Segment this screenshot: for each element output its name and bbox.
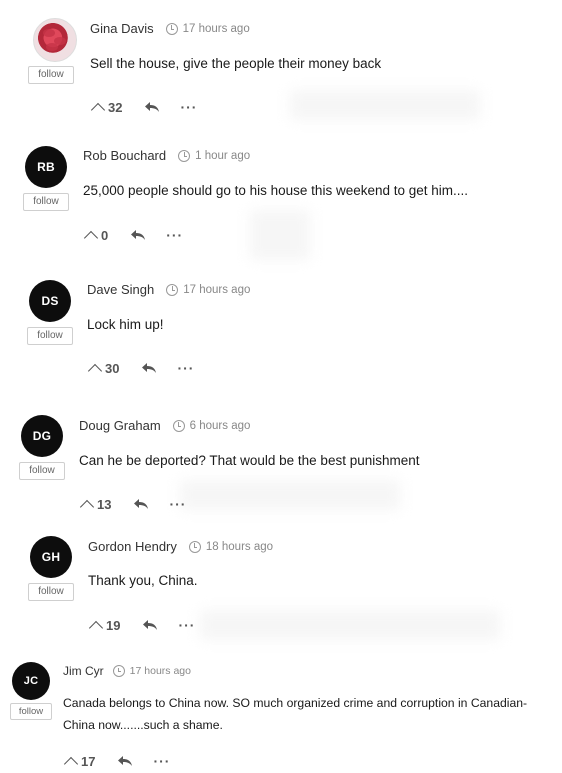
clock-icon [166, 283, 179, 296]
clock-icon [178, 149, 191, 162]
vote-count: 19 [106, 617, 121, 633]
follow-button[interactable]: follow [28, 583, 74, 601]
more-icon[interactable]: ··· [180, 99, 197, 115]
timestamp: 1 hour ago [195, 149, 251, 162]
comment-meta: Dave Singh 17 hours ago [87, 282, 250, 297]
timestamp: 17 hours ago [182, 22, 250, 35]
author-name[interactable]: Doug Graham [79, 418, 161, 433]
upvote-icon[interactable] [79, 499, 95, 514]
author-name[interactable]: Rob Bouchard [83, 148, 166, 163]
vote-count: 13 [97, 496, 112, 512]
comment-text: Canada belongs to China now. SO much org… [63, 696, 528, 732]
follow-button[interactable]: follow [23, 193, 69, 211]
more-icon[interactable]: ··· [177, 360, 194, 376]
more-icon[interactable]: ··· [178, 617, 195, 633]
comment-actions: 0 ··· [83, 227, 183, 245]
timestamp: 17 hours ago [129, 665, 191, 677]
follow-button[interactable]: follow [19, 462, 65, 480]
clock-icon [165, 22, 178, 35]
upvote-icon[interactable] [90, 102, 106, 117]
upvote-icon[interactable] [88, 620, 104, 635]
avatar[interactable] [33, 18, 77, 62]
background-blur [200, 610, 500, 640]
author-name[interactable]: Dave Singh [87, 282, 154, 297]
avatar[interactable]: DS [29, 280, 71, 322]
reply-icon[interactable] [130, 229, 146, 241]
comment-actions: 32 ··· [90, 99, 197, 117]
vote-count: 17 [81, 753, 96, 769]
comment-meta: Jim Cyr 17 hours ago [63, 664, 191, 678]
reply-icon[interactable] [133, 498, 149, 510]
more-icon[interactable]: ··· [169, 496, 186, 512]
reply-icon[interactable] [142, 619, 158, 631]
timestamp: 18 hours ago [205, 540, 274, 553]
timestamp: 6 hours ago [189, 419, 251, 432]
background-blur [290, 90, 480, 120]
comment-meta: Doug Graham 6 hours ago [79, 418, 250, 433]
follow-button[interactable]: follow [28, 66, 74, 84]
background-blur [250, 210, 310, 260]
avatar[interactable]: JC [12, 662, 50, 700]
avatar[interactable]: RB [25, 146, 67, 188]
more-icon[interactable]: ··· [153, 753, 170, 769]
comment-actions: 19 ··· [88, 617, 195, 635]
author-name[interactable]: Gordon Hendry [88, 539, 177, 554]
comment-text: Sell the house, give the people their mo… [90, 56, 382, 71]
comment-actions: 17 ··· [63, 753, 170, 771]
avatar[interactable]: DG [21, 415, 63, 457]
clock-icon [188, 540, 201, 553]
vote-count: 0 [101, 227, 109, 243]
comment-actions: 30 ··· [87, 360, 194, 378]
clock-icon [172, 419, 185, 432]
reply-icon[interactable] [117, 755, 133, 767]
author-name[interactable]: Gina Davis [90, 21, 154, 36]
author-name[interactable]: Jim Cyr [63, 664, 104, 678]
vote-count: 30 [105, 360, 120, 376]
comment-text: Can he be deported? That would be the be… [79, 453, 420, 468]
timestamp: 17 hours ago [183, 283, 251, 296]
avatar[interactable]: GH [30, 536, 72, 578]
background-blur [180, 480, 400, 510]
reply-icon[interactable] [141, 362, 157, 374]
comment-text: Lock him up! [87, 317, 164, 332]
comment-text: Thank you, China. [88, 573, 198, 588]
reply-icon[interactable] [144, 101, 160, 113]
clock-icon [112, 665, 125, 677]
more-icon[interactable]: ··· [166, 227, 183, 243]
upvote-icon[interactable] [83, 230, 99, 245]
comment-meta: Gordon Hendry 18 hours ago [88, 539, 273, 554]
upvote-icon[interactable] [87, 363, 103, 378]
comment-meta: Gina Davis 17 hours ago [90, 21, 250, 36]
vote-count: 32 [108, 99, 123, 115]
comment-actions: 13 ··· [79, 496, 186, 514]
upvote-icon[interactable] [63, 756, 79, 771]
follow-button[interactable]: follow [27, 327, 73, 345]
comment-meta: Rob Bouchard 1 hour ago [83, 148, 250, 163]
comment-text: 25,000 people should go to his house thi… [83, 183, 469, 198]
follow-button[interactable]: follow [10, 703, 52, 720]
